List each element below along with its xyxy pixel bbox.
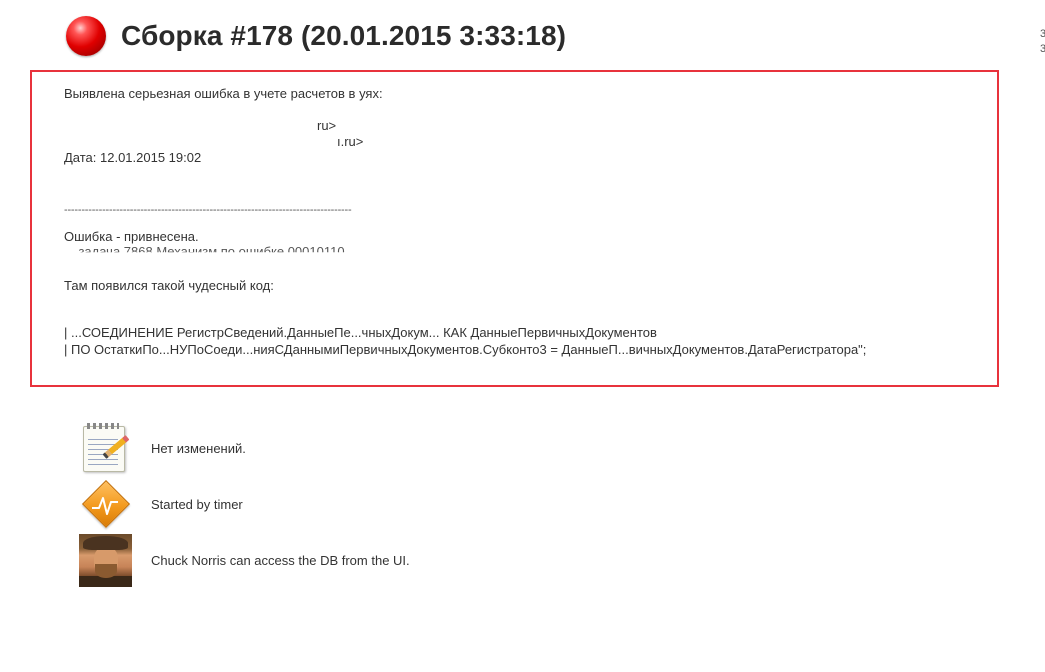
- message-code-intro: Там появился такой чудесный код:: [64, 278, 274, 293]
- message-code-line-1: | ...СОЕДИНЕНИЕ РегистрСведений.ДанныеПе…: [64, 325, 657, 340]
- change-text: Нет изменений.: [151, 440, 246, 456]
- change-item-started-by-timer: Started by timer: [79, 478, 243, 530]
- message-error-detail: ... задача 7868 Механизм по ошибке 00010…: [64, 244, 345, 259]
- message-underline: [52, 385, 362, 387]
- message-date: Дата: 12.01.2015 19:02: [64, 150, 202, 165]
- change-text: Started by timer: [151, 496, 243, 512]
- message-from-line: ru>: [317, 118, 337, 133]
- message-intro: Выявлена серьезная ошибка в учете расчет…: [64, 86, 383, 101]
- build-page: Сборка #178 (20.01.2015 3:33:18) 3 3 Выя…: [0, 0, 1045, 672]
- failure-message-highlight: Выявлена серьезная ошибка в учете расчет…: [30, 70, 999, 387]
- message-to-line: ı.ru>: [337, 134, 364, 149]
- avatar: [79, 534, 132, 587]
- build-header: Сборка #178 (20.01.2015 3:33:18): [66, 16, 566, 56]
- message-separator: ----------------------------------------…: [64, 204, 352, 216]
- change-item-no-changes: Нет изменений.: [79, 422, 246, 474]
- notepad-icon: [79, 422, 131, 474]
- change-item-chuck-norris: Chuck Norris can access the DB from the …: [79, 534, 410, 587]
- timer-icon: [79, 478, 131, 530]
- build-failed-status-icon: [66, 16, 106, 56]
- user-avatar: [79, 534, 132, 587]
- change-text: Chuck Norris can access the DB from the …: [151, 552, 410, 568]
- message-code-line-2: | ПО ОстаткиПо...НУПоСоеди...нияСДанными…: [64, 342, 867, 357]
- message-error-line: Ошибка - привнесена.: [64, 229, 199, 244]
- build-title: Сборка #178 (20.01.2015 3:33:18): [121, 20, 567, 51]
- side-note: 3 3: [1040, 28, 1045, 55]
